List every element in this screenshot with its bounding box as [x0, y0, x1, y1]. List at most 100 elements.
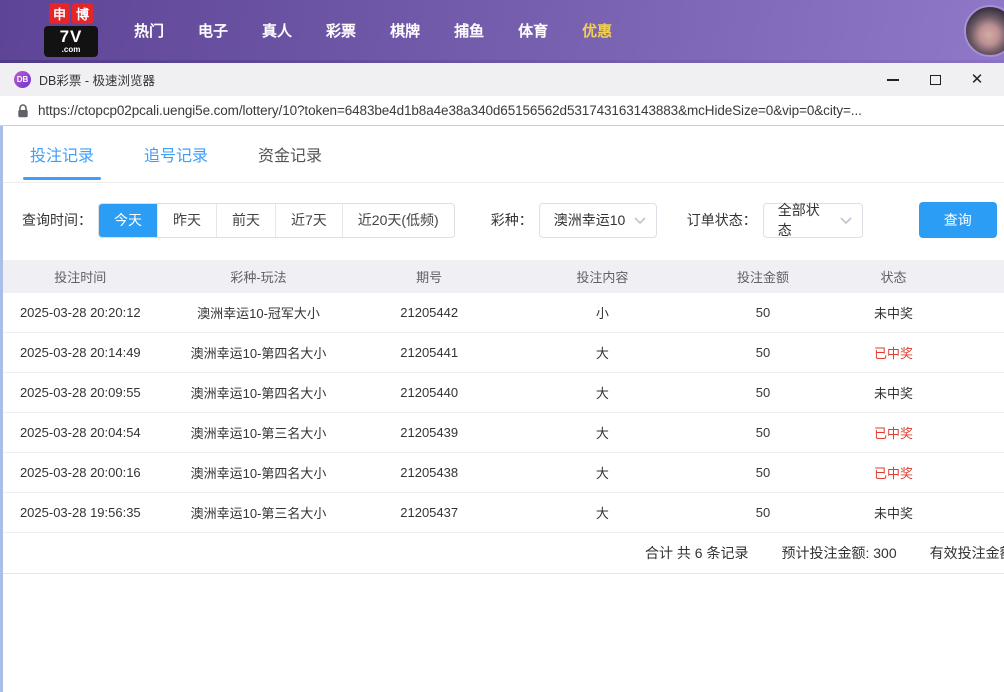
- lottery-select-value: 澳洲幸运10: [553, 212, 626, 228]
- user-avatar[interactable]: [964, 5, 1004, 57]
- table-row: 2025-03-28 20:14:49 澳洲幸运10-第四名大小 2120544…: [0, 333, 1004, 373]
- cell-content: 大: [595, 506, 609, 521]
- site-header: 申 博 7V .com 热门 电子 真人 彩票 棋牌 捕鱼 体育 优惠: [0, 0, 1004, 60]
- col-header-status: 状态: [880, 270, 907, 285]
- nav-item-slots[interactable]: 电子: [198, 20, 228, 41]
- cell-status: 已中奖: [874, 426, 914, 441]
- table-summary: 合计 共 6 条记录 预计投注金额: 300 有效投注金额: [0, 533, 1004, 574]
- cell-status: 未中奖: [874, 386, 914, 401]
- logo-com-text: .com: [61, 45, 81, 54]
- table-row: 2025-03-28 20:04:54 澳洲幸运10-第三名大小 2120543…: [0, 413, 1004, 453]
- cell-game: 澳洲幸运10-第三名大小: [190, 426, 327, 441]
- cell-amount: 50: [755, 465, 771, 480]
- cell-content: 大: [595, 426, 609, 441]
- chevron-down-icon: [840, 216, 852, 224]
- cell-issue: 21205438: [400, 465, 459, 480]
- time-option-7days[interactable]: 近7天: [275, 203, 342, 237]
- cell-time: 2025-03-28 20:14:49: [19, 345, 141, 360]
- tab-bet-records[interactable]: 投注记录: [22, 126, 102, 182]
- time-filter-label: 查询时间：: [22, 212, 92, 228]
- nav-item-lottery[interactable]: 彩票: [326, 20, 356, 41]
- summary-total: 合计 共 6 条记录: [645, 545, 749, 561]
- cell-issue: 21205439: [400, 425, 459, 440]
- nav-item-sports[interactable]: 体育: [518, 20, 548, 41]
- nav-item-hot[interactable]: 热门: [134, 20, 164, 41]
- time-option-daybefore[interactable]: 前天: [216, 203, 275, 237]
- filter-bar: 查询时间： 今天 昨天 前天 近7天 近20天(低频) 彩种： 澳洲幸运10 订…: [0, 183, 1004, 251]
- minimize-icon: [887, 78, 899, 81]
- record-tabs: 投注记录 追号记录 资金记录: [0, 126, 1004, 183]
- cell-amount: 50: [755, 505, 771, 520]
- chevron-down-icon: [634, 216, 646, 224]
- cell-status: 未中奖: [874, 506, 914, 521]
- nav-item-fishing[interactable]: 捕鱼: [454, 20, 484, 41]
- table-header: 投注时间 彩种-玩法 期号 投注内容 投注金额 状态: [0, 260, 1004, 293]
- close-button[interactable]: ✕: [956, 66, 998, 94]
- site-logo[interactable]: 申 博 7V .com: [44, 3, 98, 57]
- cell-amount: 50: [755, 385, 771, 400]
- status-filter-label: 订单状态：: [686, 212, 757, 228]
- nav-item-live[interactable]: 真人: [262, 20, 292, 41]
- cell-time: 2025-03-28 20:20:12: [19, 305, 141, 320]
- order-status-value: 全部状态: [777, 202, 820, 238]
- main-nav: 热门 电子 真人 彩票 棋牌 捕鱼 体育 优惠: [134, 20, 612, 41]
- time-range-group: 今天 昨天 前天 近7天 近20天(低频): [98, 202, 455, 238]
- cell-amount: 50: [755, 345, 771, 360]
- summary-expected: 预计投注金额: 300: [781, 545, 897, 561]
- time-option-yesterday[interactable]: 昨天: [157, 203, 216, 237]
- cell-issue: 21205442: [400, 305, 459, 320]
- cell-game: 澳洲幸运10-冠军大小: [197, 306, 320, 321]
- col-header-game: 彩种-玩法: [230, 270, 287, 285]
- minimize-button[interactable]: [872, 66, 914, 94]
- cell-status: 未中奖: [874, 306, 914, 321]
- cell-amount: 50: [755, 305, 771, 320]
- cell-content: 大: [595, 346, 609, 361]
- address-bar[interactable]: https://ctopcp02pcali.uengi5e.com/lotter…: [0, 96, 1004, 126]
- maximize-icon: [929, 74, 941, 85]
- logo-badge-right: 博: [72, 3, 93, 24]
- nav-item-promo[interactable]: 优惠: [582, 20, 612, 41]
- summary-valid: 有效投注金额: [929, 545, 1004, 561]
- close-icon: ✕: [970, 71, 984, 88]
- time-option-today[interactable]: 今天: [99, 203, 157, 237]
- window-controls: ✕: [872, 66, 998, 94]
- logo-badge-left: 申: [49, 3, 70, 24]
- time-option-20days[interactable]: 近20天(低频): [341, 203, 454, 237]
- tab-fund-records[interactable]: 资金记录: [258, 126, 322, 182]
- cell-game: 澳洲幸运10-第四名大小: [190, 466, 327, 481]
- cell-time: 2025-03-28 20:00:16: [19, 465, 141, 480]
- table-row: 2025-03-28 19:56:35 澳洲幸运10-第三名大小 2120543…: [0, 493, 1004, 533]
- lock-icon: [17, 103, 29, 118]
- logo-7v-text: 7V: [59, 27, 83, 46]
- cell-amount: 50: [755, 425, 771, 440]
- nav-item-cards[interactable]: 棋牌: [390, 20, 420, 41]
- col-header-issue: 期号: [416, 270, 443, 285]
- table-row: 2025-03-28 20:20:12 澳洲幸运10-冠军大小 21205442…: [0, 293, 1004, 333]
- col-header-content: 投注内容: [576, 270, 629, 285]
- tab-chase-records[interactable]: 追号记录: [144, 126, 208, 182]
- lottery-select[interactable]: 澳洲幸运10: [538, 202, 657, 238]
- cell-game: 澳洲幸运10-第三名大小: [190, 506, 327, 521]
- cell-content: 大: [595, 466, 609, 481]
- cell-time: 2025-03-28 20:04:54: [19, 425, 141, 440]
- cell-issue: 21205437: [400, 505, 459, 520]
- page-content: 投注记录 追号记录 资金记录 查询时间： 今天 昨天 前天 近7天 近20天(低…: [0, 126, 1004, 692]
- search-button[interactable]: 查询: [918, 202, 997, 238]
- cell-time: 2025-03-28 19:56:35: [19, 505, 141, 520]
- cell-content: 大: [595, 386, 609, 401]
- cell-status: 已中奖: [874, 346, 914, 361]
- maximize-button[interactable]: [914, 66, 956, 94]
- url-text[interactable]: https://ctopcp02pcali.uengi5e.com/lotter…: [38, 103, 862, 118]
- table-row: 2025-03-28 20:00:16 澳洲幸运10-第四名大小 2120543…: [0, 453, 1004, 493]
- cell-status: 已中奖: [874, 466, 914, 481]
- bet-records-table: 投注时间 彩种-玩法 期号 投注内容 投注金额 状态 2025-03-28 20…: [0, 260, 1004, 574]
- cell-issue: 21205441: [400, 345, 459, 360]
- browser-titlebar: DB DB彩票 - 极速浏览器 ✕: [0, 63, 1004, 96]
- logo-main: 7V .com: [44, 26, 98, 57]
- window-title: DB彩票 - 极速浏览器: [39, 74, 155, 88]
- cell-time: 2025-03-28 20:09:55: [19, 385, 141, 400]
- order-status-select[interactable]: 全部状态: [762, 202, 863, 238]
- col-header-time: 投注时间: [54, 270, 107, 285]
- left-edge-strip: [0, 126, 3, 692]
- lottery-filter-label: 彩种：: [490, 212, 533, 228]
